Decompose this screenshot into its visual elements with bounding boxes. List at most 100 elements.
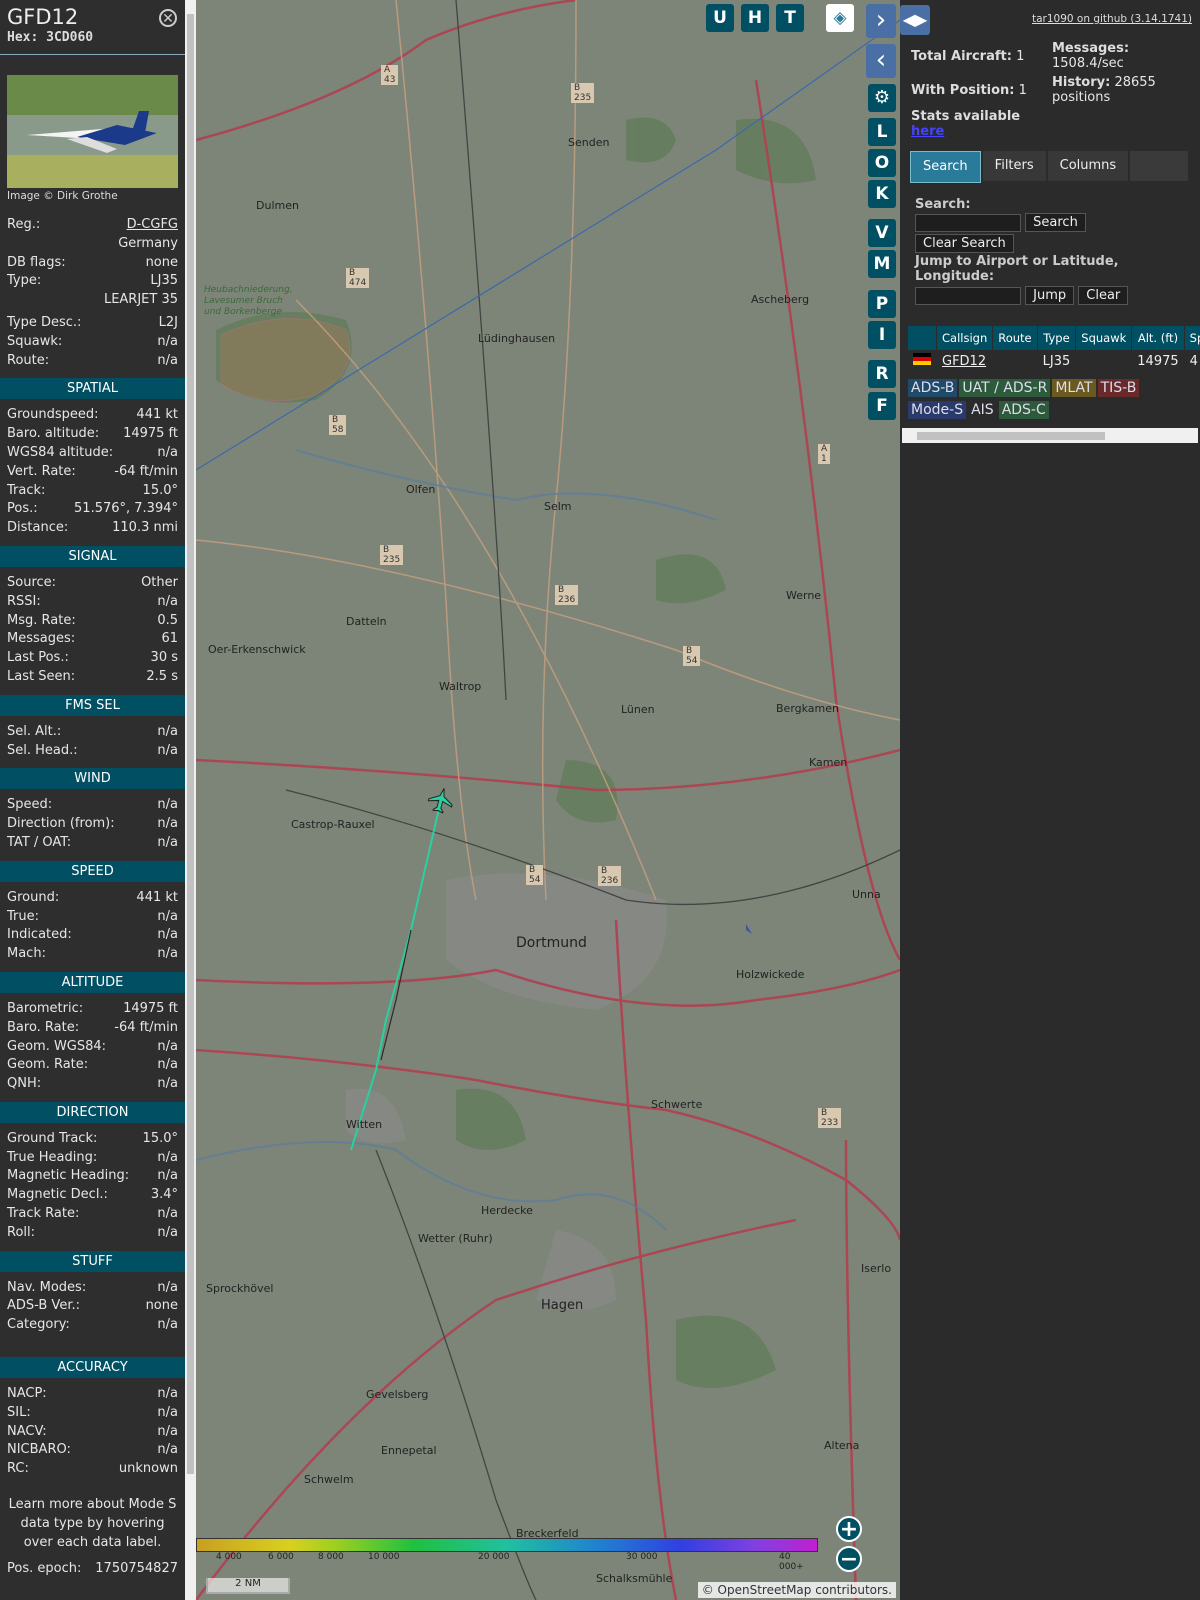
- toggle-u-button[interactable]: U: [706, 4, 734, 32]
- info-label[interactable]: Sel. Alt.:: [7, 723, 61, 742]
- search-input[interactable]: [915, 213, 1021, 232]
- info-label[interactable]: Track:: [7, 482, 45, 501]
- toggle-r-button[interactable]: R: [868, 360, 896, 388]
- info-label[interactable]: WGS84 altitude:: [7, 444, 113, 463]
- row-callsign[interactable]: GFD12: [937, 351, 992, 371]
- toggle-k-button[interactable]: K: [868, 180, 896, 208]
- toggle-f-button[interactable]: F: [868, 392, 896, 420]
- info-row: Sel. Alt.: n/a: [0, 723, 185, 742]
- info-label[interactable]: Pos.:: [7, 500, 38, 519]
- info-label[interactable]: Baro. altitude:: [7, 425, 99, 444]
- info-row: Last Seen: 2.5 s: [0, 668, 185, 687]
- info-label[interactable]: Geom. WGS84:: [7, 1038, 106, 1057]
- toggle-o-button[interactable]: O: [868, 149, 896, 177]
- info-label[interactable]: RSSI:: [7, 593, 41, 612]
- tab-columns[interactable]: Columns: [1047, 151, 1129, 181]
- source-badge: AIS: [968, 401, 997, 419]
- map[interactable]: Senden Dulmen Ascheberg Lüdinghausen Olf…: [196, 0, 900, 1600]
- toggle-i-button[interactable]: I: [868, 321, 896, 349]
- info-label[interactable]: Sel. Head.:: [7, 742, 78, 761]
- aircraft-photo[interactable]: [7, 75, 178, 188]
- info-row: Category: n/a: [0, 1316, 185, 1335]
- info-label[interactable]: ADS-B Ver.:: [7, 1297, 80, 1316]
- info-label[interactable]: QNH:: [7, 1075, 41, 1094]
- info-label[interactable]: Magnetic Decl.:: [7, 1186, 108, 1205]
- info-label[interactable]: Distance:: [7, 519, 68, 538]
- altitude-column-header[interactable]: Alt. (ft): [1132, 326, 1184, 350]
- info-label[interactable]: Barometric:: [7, 1000, 83, 1019]
- table-scrollbar-thumb[interactable]: [917, 432, 1105, 440]
- type-value: LJ35: [150, 273, 178, 289]
- info-label[interactable]: RC:: [7, 1460, 29, 1479]
- info-label[interactable]: True:: [7, 908, 39, 927]
- place-label: Castrop-Rauxel: [291, 818, 375, 831]
- info-label[interactable]: Magnetic Heading:: [7, 1167, 129, 1186]
- expand-sidebar-icon[interactable]: ◀▶: [900, 5, 930, 35]
- stats-link[interactable]: here: [911, 124, 944, 139]
- speed-column-header[interactable]: Spd.: [1184, 326, 1200, 350]
- info-scrollbar[interactable]: [185, 0, 196, 1600]
- callsign-column-header[interactable]: Callsign: [937, 326, 993, 350]
- info-label[interactable]: Geom. Rate:: [7, 1056, 88, 1075]
- info-label[interactable]: Msg. Rate:: [7, 612, 76, 631]
- info-label[interactable]: Vert. Rate:: [7, 463, 76, 482]
- info-label[interactable]: True Heading:: [7, 1149, 97, 1168]
- info-label[interactable]: Ground:: [7, 889, 59, 908]
- info-label[interactable]: NACP:: [7, 1385, 47, 1404]
- info-label[interactable]: Roll:: [7, 1224, 35, 1243]
- section-fms: FMS SEL: [0, 694, 185, 716]
- info-label[interactable]: Baro. Rate:: [7, 1019, 79, 1038]
- info-value: 14975 ft: [123, 426, 178, 442]
- table-scrollbar[interactable]: [902, 428, 1198, 443]
- tab-search[interactable]: Search: [910, 151, 981, 183]
- toggle-m-button[interactable]: M: [868, 250, 896, 278]
- toggle-p-button[interactable]: P: [868, 290, 896, 318]
- clear-search-button[interactable]: Clear Search: [915, 234, 1014, 253]
- layers-icon[interactable]: ◈: [826, 4, 854, 32]
- search-button[interactable]: Search: [1025, 213, 1086, 232]
- toggle-t-button[interactable]: T: [776, 4, 804, 32]
- prev-arrow-icon[interactable]: ‹: [866, 44, 896, 78]
- info-label[interactable]: Mach:: [7, 945, 46, 964]
- info-label[interactable]: NACV:: [7, 1423, 47, 1442]
- info-label[interactable]: Speed:: [7, 796, 52, 815]
- zoom-out-button[interactable]: −: [836, 1546, 862, 1572]
- info-label[interactable]: Groundspeed:: [7, 406, 98, 425]
- info-label[interactable]: Last Pos.:: [7, 649, 69, 668]
- toggle-h-button[interactable]: H: [741, 4, 769, 32]
- toggle-l-button[interactable]: L: [868, 118, 896, 146]
- info-scrollbar-thumb[interactable]: [187, 14, 194, 1474]
- info-label[interactable]: Messages:: [7, 630, 75, 649]
- info-label[interactable]: Indicated:: [7, 926, 72, 945]
- clear-button[interactable]: Clear: [1078, 286, 1129, 305]
- close-icon[interactable]: ✕: [159, 9, 177, 27]
- info-label[interactable]: NICBARO:: [7, 1441, 71, 1460]
- settings-gear-icon[interactable]: ⚙: [868, 84, 896, 112]
- info-label[interactable]: Source:: [7, 574, 56, 593]
- info-row: ADS-B Ver.: none: [0, 1297, 185, 1316]
- info-label[interactable]: Track Rate:: [7, 1205, 79, 1224]
- toggle-v-button[interactable]: V: [868, 219, 896, 247]
- info-label[interactable]: SIL:: [7, 1404, 31, 1423]
- type-column-header[interactable]: Type: [1037, 326, 1076, 350]
- info-label[interactable]: TAT / OAT:: [7, 834, 71, 853]
- info-label[interactable]: Nav. Modes:: [7, 1279, 86, 1298]
- reg-link[interactable]: D-CGFG: [127, 216, 178, 235]
- jump-button[interactable]: Jump: [1025, 286, 1075, 305]
- next-arrow-icon[interactable]: ›: [866, 4, 896, 38]
- tab-filters[interactable]: Filters: [982, 151, 1046, 181]
- map-attribution[interactable]: © OpenStreetMap contributors.: [697, 1582, 896, 1598]
- jump-input[interactable]: [915, 286, 1021, 305]
- info-label[interactable]: Direction (from):: [7, 815, 115, 834]
- flag-column-header[interactable]: [908, 326, 936, 350]
- github-link[interactable]: tar1090 on github (3.14.1741): [1032, 13, 1192, 25]
- info-label[interactable]: Category:: [7, 1316, 70, 1335]
- info-label[interactable]: Last Seen:: [7, 668, 75, 687]
- info-label[interactable]: Ground Track:: [7, 1130, 97, 1149]
- table-row[interactable]: GFD12 LJ35 14975 4: [908, 351, 1200, 371]
- source-badge: TIS-B: [1097, 379, 1140, 397]
- route-column-header[interactable]: Route: [993, 326, 1037, 350]
- squawk-column-header[interactable]: Squawk: [1076, 326, 1132, 350]
- squawk-row: Squawk: n/a: [0, 333, 185, 352]
- zoom-in-button[interactable]: +: [836, 1516, 862, 1542]
